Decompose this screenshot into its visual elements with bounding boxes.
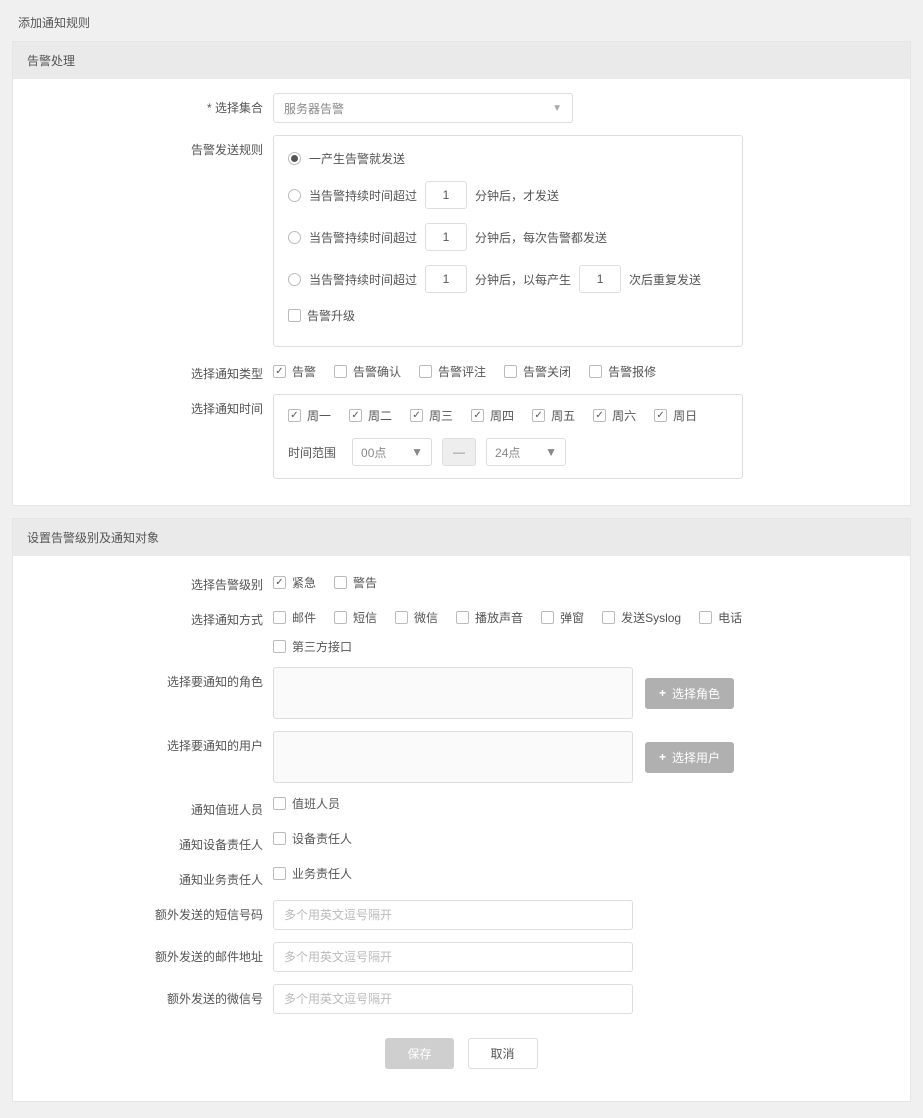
select-set-dropdown[interactable]: 服务器告警 ▼ [273,93,573,123]
checkbox-duty-person[interactable] [273,797,286,810]
checkbox-type-repair[interactable] [589,365,602,378]
time-to-select[interactable]: 24点▼ [486,438,566,466]
checkbox-day-fri[interactable] [532,409,545,422]
radio-rule-immediate[interactable] [288,152,301,165]
checkbox-method-sound[interactable] [456,611,469,624]
label-select-user: 选择要通知的用户 [17,731,273,754]
checkbox-device-owner[interactable] [273,832,286,845]
label-notify-time: 选择通知时间 [17,394,273,417]
checkbox-method-wechat[interactable] [395,611,408,624]
label-extra-wechat: 额外发送的微信号 [17,984,273,1007]
label-notify-method: 选择通知方式 [17,605,273,628]
label-notify-type: 选择通知类型 [17,359,273,382]
rule2-minutes-input[interactable] [425,181,467,209]
notify-time-box: 周一 周二 周三 周四 周五 周六 周日 时间范围 00点▼ — 2 [273,394,743,479]
label-alarm-level: 选择告警级别 [17,570,273,593]
panel-level-targets: 设置告警级别及通知对象 选择告警级别 紧急 警告 选择通知方式 邮件 短信 [12,518,911,1102]
checkbox-method-syslog[interactable] [602,611,615,624]
rule2-post: 分钟后，才发送 [475,187,559,204]
checkbox-method-mail[interactable] [273,611,286,624]
panel-header-alarm: 告警处理 [13,42,910,79]
panel-alarm-processing: 告警处理 * 选择集合 服务器告警 ▼ 告警发送规则 一产生 [12,41,911,506]
time-from-select[interactable]: 00点▼ [352,438,432,466]
checkbox-method-sms[interactable] [334,611,347,624]
time-range-label: 时间范围 [288,444,336,461]
type-comment-label: 告警评注 [438,363,486,380]
label-select-role: 选择要通知的角色 [17,667,273,690]
checkbox-method-thirdparty[interactable] [273,640,286,653]
selected-roles-area[interactable] [273,667,633,719]
checkbox-type-close[interactable] [504,365,517,378]
checkbox-method-popup[interactable] [541,611,554,624]
plus-icon: + [659,686,666,700]
checkbox-day-sat[interactable] [593,409,606,422]
checkbox-method-phone[interactable] [699,611,712,624]
rule4-mid: 分钟后，以每产生 [475,271,571,288]
checkbox-day-sun[interactable] [654,409,667,422]
time-range-separator: — [442,438,476,466]
rule3-pre: 当告警持续时间超过 [309,229,417,246]
type-confirm-label: 告警确认 [353,363,401,380]
rule2-pre: 当告警持续时间超过 [309,187,417,204]
rule4-count-input[interactable] [579,265,621,293]
rule3-post: 分钟后，每次告警都发送 [475,229,607,246]
checkbox-day-tue[interactable] [349,409,362,422]
checkbox-type-confirm[interactable] [334,365,347,378]
rule4-post: 次后重复发送 [629,271,701,288]
select-set-value: 服务器告警 [284,100,344,117]
checkbox-day-mon[interactable] [288,409,301,422]
save-button[interactable]: 保存 [385,1038,453,1069]
rule-immediate-label: 一产生告警就发送 [309,150,405,167]
page-title: 添加通知规则 [4,4,919,41]
cancel-button[interactable]: 取消 [468,1038,538,1069]
checkbox-type-comment[interactable] [419,365,432,378]
label-notify-duty: 通知值班人员 [17,795,273,818]
alarm-upgrade-label: 告警升级 [307,307,355,324]
extra-wechat-input[interactable] [273,984,633,1014]
radio-rule-repeat[interactable] [288,273,301,286]
checkbox-biz-owner[interactable] [273,867,286,880]
checkbox-type-alarm[interactable] [273,365,286,378]
label-notify-device-owner: 通知设备责任人 [17,830,273,853]
panel-header-level: 设置告警级别及通知对象 [13,519,910,556]
label-send-rules: 告警发送规则 [17,135,273,158]
type-repair-label: 告警报修 [608,363,656,380]
checkbox-level-urgent[interactable] [273,576,286,589]
checkbox-alarm-upgrade[interactable] [288,309,301,322]
label-notify-biz-owner: 通知业务责任人 [17,865,273,888]
checkbox-level-warning[interactable] [334,576,347,589]
checkbox-day-thu[interactable] [471,409,484,422]
radio-rule-duration-once[interactable] [288,189,301,202]
type-close-label: 告警关闭 [523,363,571,380]
label-extra-mail: 额外发送的邮件地址 [17,942,273,965]
extra-mail-input[interactable] [273,942,633,972]
radio-rule-duration-each[interactable] [288,231,301,244]
chevron-down-icon: ▼ [552,103,562,114]
label-extra-sms: 额外发送的短信号码 [17,900,273,923]
send-rules-box: 一产生告警就发送 当告警持续时间超过 分钟后，才发送 当告警持续时间超过 [273,135,743,347]
rule3-minutes-input[interactable] [425,223,467,251]
rule4-pre: 当告警持续时间超过 [309,271,417,288]
extra-sms-input[interactable] [273,900,633,930]
select-role-button[interactable]: +选择角色 [645,678,734,709]
checkbox-day-wed[interactable] [410,409,423,422]
select-user-button[interactable]: +选择用户 [645,742,734,773]
type-alarm-label: 告警 [292,363,316,380]
plus-icon: + [659,750,666,764]
chevron-down-icon: ▼ [411,445,423,459]
rule4-minutes-input[interactable] [425,265,467,293]
label-select-set: * 选择集合 [17,93,273,116]
chevron-down-icon: ▼ [545,445,557,459]
selected-users-area[interactable] [273,731,633,783]
